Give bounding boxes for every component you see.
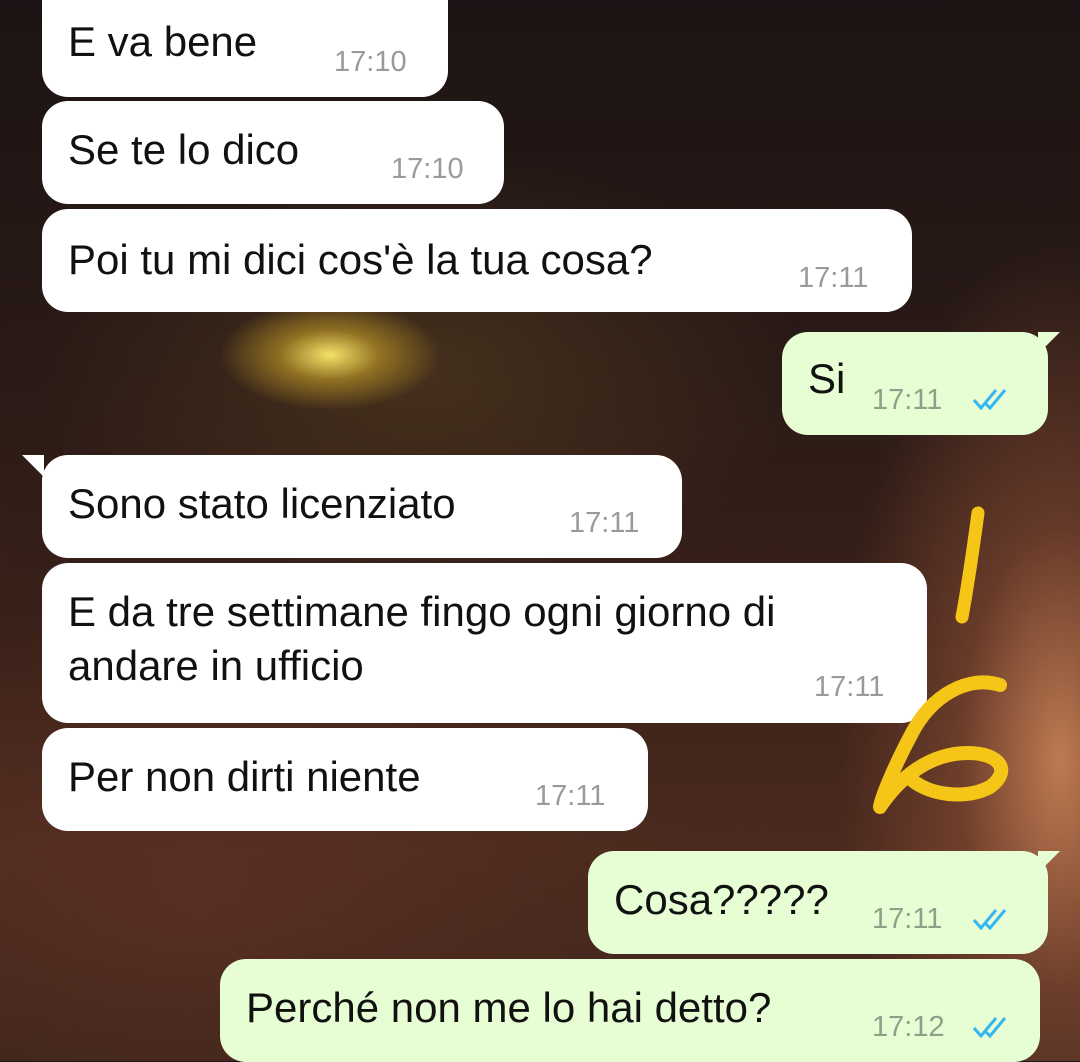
message-bubble[interactable]: E da tre settimane fingo ogni giorno di … <box>42 563 927 723</box>
message-text: E va bene <box>68 18 258 65</box>
message-bubble[interactable]: Si 17:11 <box>782 332 1048 435</box>
message-bubble[interactable]: Sono stato licenziato 17:11 <box>42 455 682 558</box>
message-bubble[interactable]: Per non dirti niente 17:11 <box>42 728 648 831</box>
handwritten-doodle <box>873 506 1009 814</box>
message-bubble[interactable]: Poi tu mi dici cos'è la tua cosa? 17:11 <box>42 209 912 312</box>
message-time: 17:10 <box>334 46 407 78</box>
double-check-icon <box>972 1017 1007 1039</box>
bubble-tail <box>22 455 44 477</box>
message-time: 17:10 <box>391 153 464 185</box>
message-text: E da tre settimane fingo ogni giorno di … <box>68 588 776 689</box>
message-time: 17:11 <box>535 780 606 812</box>
message-time: 17:11 <box>798 262 869 294</box>
message-bubble[interactable]: Se te lo dico 17:10 <box>42 101 504 204</box>
double-check-icon <box>972 389 1007 411</box>
message-text: Si <box>808 355 846 402</box>
message-text: Poi tu mi dici cos'è la tua cosa? <box>68 236 653 283</box>
message-time: 17:12 <box>872 1011 945 1043</box>
message-bubble[interactable]: Cosa????? 17:11 <box>588 851 1048 954</box>
message-text: Se te lo dico <box>68 126 300 173</box>
message-time: 17:11 <box>872 903 943 935</box>
message-time: 17:11 <box>872 384 943 416</box>
message-text: Perché non me lo hai detto? <box>246 984 772 1031</box>
message-text: Per non dirti niente <box>68 753 421 800</box>
double-check-icon <box>972 909 1007 931</box>
message-text: Cosa????? <box>614 876 829 923</box>
message-time: 17:11 <box>569 507 640 539</box>
message-text: Sono stato licenziato <box>68 480 456 527</box>
message-bubble[interactable]: Perché non me lo hai detto? 17:12 <box>220 959 1040 1062</box>
message-bubble[interactable]: E va bene 17:10 <box>42 0 448 97</box>
